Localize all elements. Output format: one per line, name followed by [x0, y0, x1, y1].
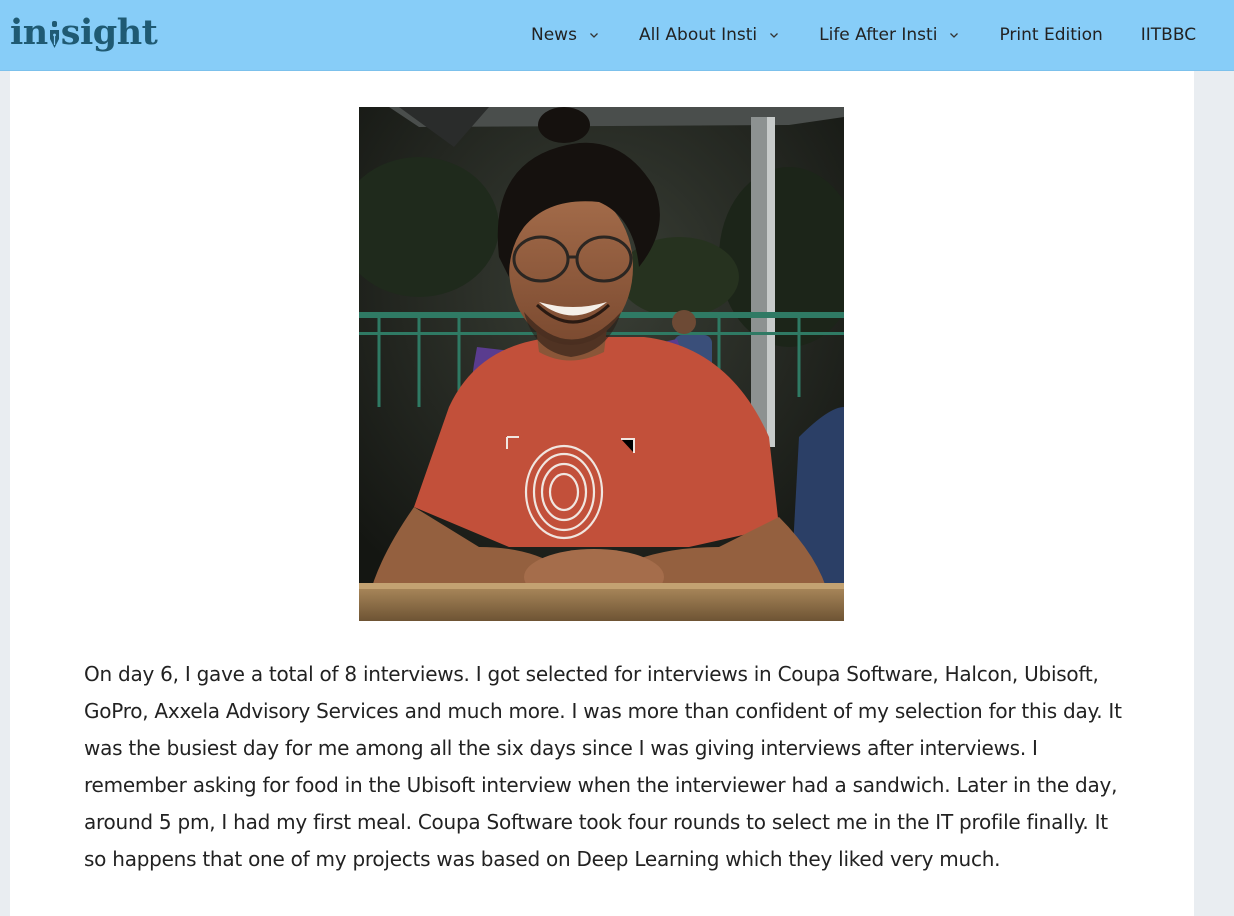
nav-item-news[interactable]: News	[531, 25, 599, 45]
site-header: in sight News All About Insti Life After…	[0, 0, 1234, 71]
nav-item-print-edition[interactable]: Print Edition	[999, 25, 1102, 45]
logo-text-prefix: in	[10, 11, 48, 53]
article-photo	[359, 107, 844, 621]
site-logo[interactable]: in sight	[10, 10, 158, 54]
chevron-down-icon	[589, 33, 598, 38]
nav-label: Print Edition	[999, 25, 1103, 45]
nav-label: News	[531, 25, 577, 45]
nav-item-life-after-insti[interactable]: Life After Insti	[819, 25, 959, 45]
nav-item-all-about-insti[interactable]: All About Insti	[639, 25, 779, 45]
nav-label: Life After Insti	[819, 25, 938, 45]
article-paragraph: On day 6, I gave a total of 8 interviews…	[84, 662, 1122, 871]
nav-label: IITBBC	[1140, 25, 1197, 45]
portrait-photo	[359, 107, 844, 621]
chevron-down-icon	[770, 33, 779, 38]
chevron-down-icon	[950, 33, 959, 38]
main-nav: News All About Insti Life After Insti Pr…	[531, 0, 1234, 70]
nav-item-iitbbc[interactable]: IITBBC	[1141, 25, 1196, 45]
nav-label: All About Insti	[638, 25, 758, 45]
article-content: On day 6, I gave a total of 8 interviews…	[10, 71, 1194, 916]
pen-nib-icon	[49, 21, 59, 48]
logo-text-suffix: sight	[60, 11, 158, 53]
